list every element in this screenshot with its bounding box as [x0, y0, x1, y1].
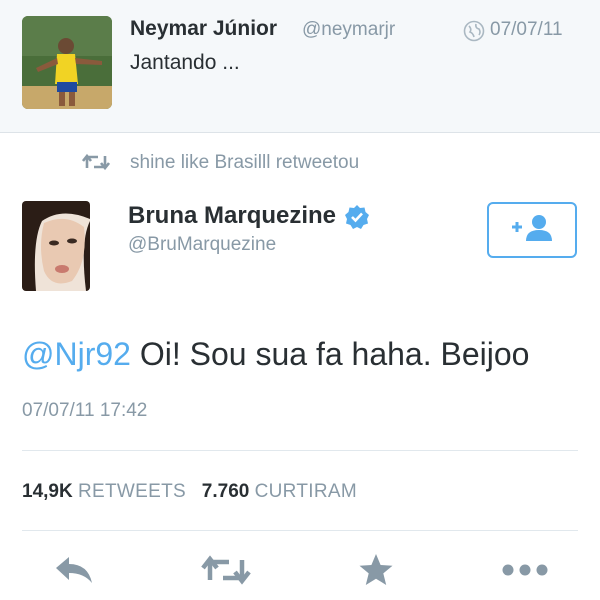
parent-tweet-date: 07/07/11 [490, 19, 563, 40]
parent-tweet[interactable]: Neymar Júnior @neymarjr 07/07/11 Jantand… [0, 0, 600, 133]
tweet-stats: 14,9K RETWEETS 7.760 CURTIRAM [22, 481, 357, 503]
globe-icon [463, 20, 485, 42]
favorite-button[interactable] [356, 553, 396, 592]
parent-author-handle[interactable]: @neymarjr [302, 19, 395, 41]
divider [22, 530, 578, 531]
bruna-avatar[interactable] [22, 201, 90, 291]
author-name[interactable]: Bruna Marquezine [128, 202, 336, 230]
author-handle[interactable]: @BruMarquezine [128, 234, 276, 256]
likes-label[interactable]: CURTIRAM [255, 481, 357, 502]
follow-button[interactable] [487, 202, 577, 258]
retweets-count[interactable]: 14,9K [22, 481, 73, 502]
tweet-text: @Njr92 Oi! Sou sua fa haha. Beijoo [22, 336, 529, 373]
tweet-timestamp: 07/07/11 17:42 [22, 400, 148, 421]
parent-author-name[interactable]: Neymar Júnior [130, 17, 277, 41]
retweet-button[interactable] [200, 554, 252, 591]
mention-link[interactable]: @Njr92 [22, 336, 131, 372]
verified-badge-icon [344, 204, 370, 230]
add-user-icon [509, 213, 555, 248]
more-options-button[interactable] [500, 555, 550, 589]
more-dots-icon [501, 563, 549, 582]
star-icon [358, 553, 394, 592]
likes-count[interactable]: 7.760 [202, 481, 250, 502]
tweet-detail-screen: Neymar Júnior @neymarjr 07/07/11 Jantand… [0, 0, 600, 600]
retweeted-by-label[interactable]: shine like Brasilll retweetou [130, 152, 359, 174]
divider [22, 450, 578, 451]
retweet-icon [201, 554, 251, 591]
tweet-message: Oi! Sou sua fa haha. Beijoo [130, 336, 530, 372]
reply-button[interactable] [52, 555, 96, 589]
retweets-label[interactable]: RETWEETS [78, 481, 186, 502]
retweet-icon [81, 152, 111, 172]
reply-icon [54, 555, 94, 590]
neymar-avatar[interactable] [22, 16, 112, 109]
parent-tweet-text: Jantando ... [130, 51, 240, 74]
